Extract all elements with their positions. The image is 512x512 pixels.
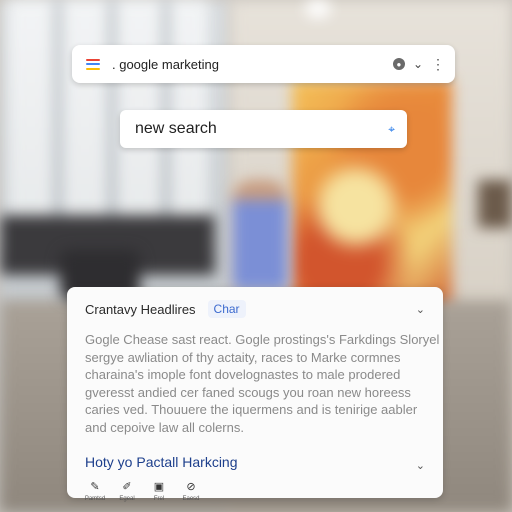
card-link[interactable]: Hoty yo Pactall Harkcing: [85, 454, 425, 470]
action-label: Pamtsd: [84, 496, 106, 502]
card-body-line: and cepoive law all colerns.: [85, 419, 244, 435]
action-pencil[interactable]: ✎ Pamtsd: [85, 480, 105, 502]
card-body-line: charaina's imople font dovelognastes to …: [85, 367, 401, 382]
card-body-line: gveresst andied cer faned scougs you roa…: [85, 384, 411, 400]
search-bar[interactable]: . google marketing ● ⌄ ⋮: [72, 45, 455, 83]
action-label: Egeal: [119, 496, 135, 502]
hamburger-menu-icon[interactable]: [86, 58, 100, 70]
pencil-icon: ✎: [90, 481, 100, 493]
caret-down-icon[interactable]: ⌄: [413, 57, 423, 71]
more-options-icon[interactable]: ⋮: [431, 57, 445, 71]
action-compass[interactable]: ⊘ Eaesd: [181, 480, 201, 502]
action-label: Frel: [153, 496, 165, 502]
microphone-icon[interactable]: ●: [392, 58, 405, 70]
new-search-box[interactable]: new search ⌖: [120, 110, 407, 148]
action-image[interactable]: ▣ Frel: [149, 480, 169, 502]
card-title: Crantavy Headlires: [85, 301, 196, 317]
card-chip[interactable]: Char: [207, 300, 246, 318]
chevron-down-icon[interactable]: ⌄: [416, 303, 425, 316]
card-body-line: sergye awliation of thy actaity, races t…: [85, 349, 401, 365]
card-actions: ✎ Pamtsd ✐ Egeal ▣ Frel ⊘ Eaesd: [85, 480, 425, 502]
card-body-line: Gogle Chease sast react. Gogle prostings…: [85, 332, 440, 347]
chevron-down-icon[interactable]: ⌄: [416, 459, 425, 472]
card-body: Gogle Chease sast react. Gogle prostings…: [85, 331, 440, 436]
background-frame: [478, 180, 512, 228]
menu-line-blue: [86, 63, 100, 65]
brush-icon: ✐: [122, 481, 132, 493]
compass-icon: ⊘: [186, 481, 196, 493]
new-search-input[interactable]: new search: [135, 120, 388, 138]
search-bar-controls: ● ⌄ ⋮: [392, 57, 445, 71]
image-icon: ▣: [153, 481, 165, 493]
lens-icon[interactable]: ⌖: [388, 122, 395, 137]
menu-line-red: [86, 58, 100, 61]
background-person: [232, 180, 288, 290]
menu-line-yellow: [86, 67, 100, 70]
card-body-line: caries ved. Thouuere the iquermens and i…: [85, 402, 418, 417]
action-label: Eaesd: [182, 496, 200, 502]
result-card: Crantavy Headlires Char ⌄ Gogle Chease s…: [67, 287, 443, 502]
search-query[interactable]: . google marketing: [112, 57, 393, 72]
background-light: [305, 0, 331, 18]
card-header: Crantavy Headlires Char ⌄: [85, 297, 425, 321]
action-brush[interactable]: ✐ Egeal: [117, 480, 137, 502]
